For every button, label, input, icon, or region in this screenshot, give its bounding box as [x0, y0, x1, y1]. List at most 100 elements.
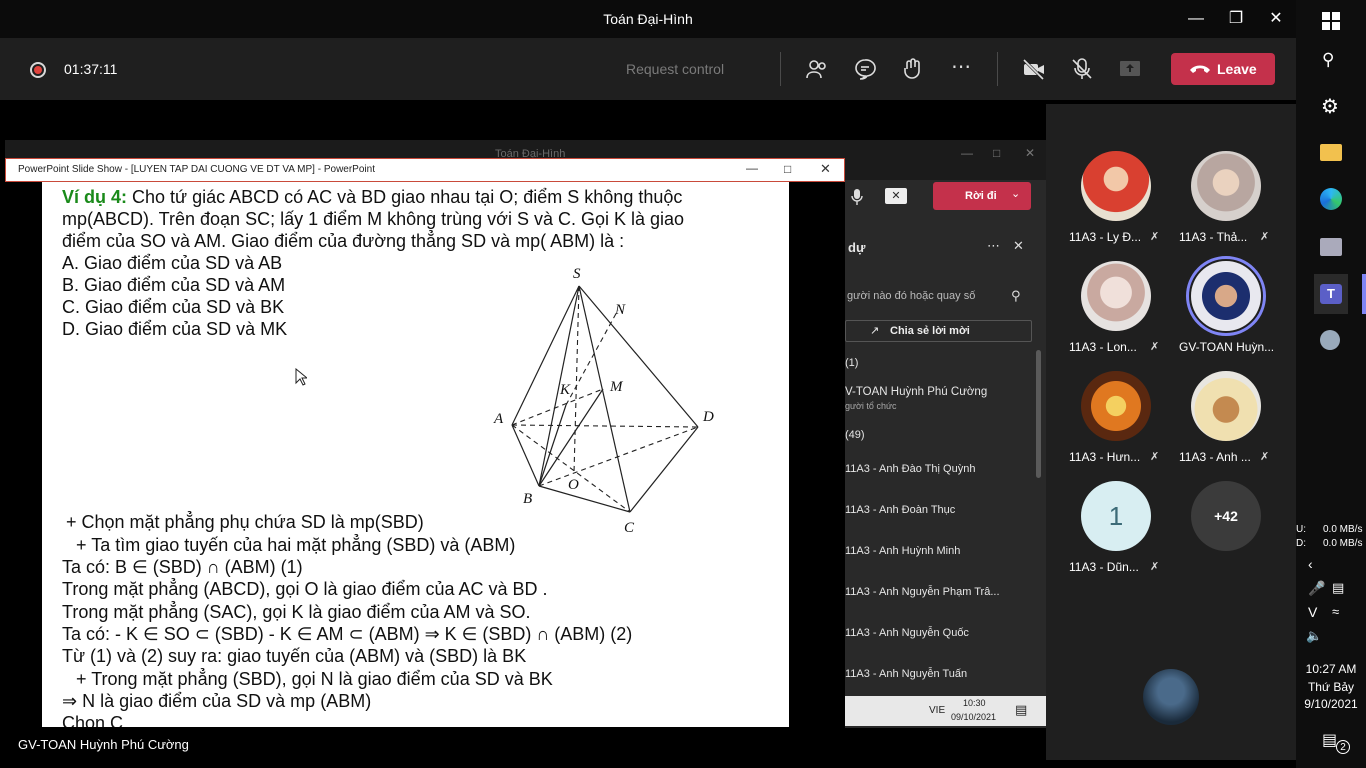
app-icon[interactable]: [1320, 238, 1342, 256]
option-c: C. Giao điểm của SD và BK: [62, 297, 285, 317]
panel-scrollbar: [1036, 350, 1041, 478]
mic-icon: [851, 189, 863, 205]
organizer-name: V-TOAN Huỳnh Phú Cường: [845, 386, 988, 398]
chat-icon[interactable]: [853, 57, 877, 81]
ppt-close-icon: ✕: [820, 161, 831, 176]
participant-initial-avatar[interactable]: 1: [1081, 481, 1151, 551]
inner-maximize-icon: □: [993, 146, 1001, 160]
label-m: M: [609, 379, 624, 395]
mic-off-icon: ✗: [1150, 341, 1160, 353]
title-bar: Toán Đại-Hình — ❐ ✕: [0, 0, 1296, 38]
window-title: Toán Đại-Hình: [603, 11, 693, 27]
mic-off-icon: ✗: [1260, 451, 1270, 463]
search-icon[interactable]: ⚲: [1322, 50, 1334, 70]
share-invite-button: Chia sẻ lời mời ↗: [845, 320, 1032, 342]
stop-share-icon: ✕: [885, 188, 907, 204]
label-k: K: [559, 382, 571, 398]
solution-line: + Ta tìm giao tuyến của hai mặt phẳng (S…: [76, 535, 516, 555]
share-icon: ↗: [870, 325, 880, 337]
label-s: S: [573, 266, 581, 282]
participant-name: 11A3 - Hưn...: [1069, 450, 1141, 464]
share-invite-label: Chia sẻ lời mời: [890, 325, 970, 337]
participant-avatar[interactable]: [1191, 371, 1261, 441]
participant-avatar[interactable]: [1081, 151, 1151, 221]
attendee-row: 11A3 - Anh Huỳnh Minh: [845, 545, 961, 557]
ppt-maximize-icon: □: [784, 162, 792, 176]
windows-taskbar: ⚲ ⚙ T U: 0.0 MB/s D: 0.0 MB/s ‹ 🎤 ▤ V ≈ …: [1296, 0, 1366, 768]
clock-date: 9/10/2021: [1304, 697, 1358, 711]
self-view-avatar[interactable]: [1143, 669, 1199, 725]
wifi-icon[interactable]: ≈: [1332, 604, 1339, 619]
search-icon: ⚲: [1011, 288, 1021, 303]
participants-panel: ✕ Rời đi ⌄ dự ⋯ ✕ gười nào đó hoặc quay …: [845, 180, 1046, 728]
more-icon: ⋯: [987, 238, 1000, 253]
file-explorer-icon[interactable]: [1320, 144, 1342, 161]
share-tray-icon[interactable]: [1118, 57, 1142, 81]
reactions-icon[interactable]: [901, 57, 925, 81]
restore-button[interactable]: ❐: [1216, 6, 1256, 32]
request-control-button[interactable]: Request control: [626, 61, 724, 77]
attendee-row: 11A3 - Anh Nguyễn Quốc: [845, 627, 969, 639]
shared-taskbar: VIE 10:30 09/10/2021 ▤: [845, 696, 1046, 726]
label-d: D: [702, 409, 714, 425]
video-gallery: 11A3 - Ly Đ... ✗ 11A3 - Thả... ✗ 11A3 - …: [1046, 104, 1296, 760]
label-c: C: [624, 520, 635, 536]
more-participants-badge[interactable]: +42: [1191, 481, 1261, 551]
participant-avatar[interactable]: [1191, 151, 1261, 221]
chevron-left-icon[interactable]: ‹: [1308, 556, 1313, 572]
solution-line: Trong mặt phẳng (ABCD), gọi O là giao đi…: [62, 579, 548, 599]
solution-line: + Chọn mặt phẳng phụ chứa SD là mp(SBD): [66, 512, 424, 532]
participant-avatar[interactable]: [1081, 371, 1151, 441]
mic-off-icon: ✗: [1260, 231, 1270, 243]
powerpoint-title: PowerPoint Slide Show - [LUYEN TAP DAI C…: [18, 164, 375, 175]
net-up-value: 0.0 MB/s: [1323, 524, 1363, 535]
active-indicator: [1362, 274, 1366, 314]
net-down-label: D:: [1296, 538, 1306, 549]
clock-time[interactable]: 10:27 AM: [1296, 662, 1366, 676]
label-o: O: [568, 477, 579, 493]
leave-button[interactable]: Leave: [1171, 53, 1275, 85]
example-label: Ví dụ 4:: [62, 187, 128, 207]
solution-line: Ta có: - K ∈ SO ⊂ (SBD) - K ∈ AM ⊂ (ABM)…: [62, 624, 633, 644]
more-options-icon[interactable]: ⋯: [949, 57, 973, 81]
attendee-row: 11A3 - Anh Đào Thị Quỳnh: [845, 463, 976, 475]
option-b: B. Giao điểm của SD và AM: [62, 275, 286, 295]
question-line-2: mp(ABCD). Trên đoạn SC; lấy 1 điểm M khô…: [62, 209, 685, 229]
participant-name: 11A3 - Dũn...: [1069, 560, 1139, 574]
notification-icon: ▤: [1015, 702, 1028, 717]
participant-name: 11A3 - Ly Đ...: [1069, 230, 1142, 244]
display-icon[interactable]: ▤: [1332, 580, 1344, 596]
camera-off-icon[interactable]: [1022, 57, 1046, 81]
teams-icon[interactable]: T: [1320, 284, 1342, 304]
net-down-value: 0.0 MB/s: [1323, 538, 1363, 549]
close-button[interactable]: ✕: [1256, 6, 1296, 32]
solution-line: + Trong mặt phẳng (SBD), gọi N là giao đ…: [76, 669, 553, 689]
minimize-button[interactable]: —: [1176, 6, 1216, 32]
close-icon: ✕: [1013, 238, 1024, 253]
edge-icon[interactable]: [1320, 188, 1342, 210]
mic-off-icon[interactable]: [1070, 57, 1094, 81]
vpn-icon[interactable]: V: [1308, 604, 1317, 620]
participants-icon[interactable]: [805, 57, 829, 81]
pyramid-figure: S N K M A D O B C: [493, 266, 714, 536]
settings-icon[interactable]: ⚙: [1321, 94, 1339, 119]
action-center-icon[interactable]: ▤: [1322, 730, 1337, 750]
presenter-name: GV-TOAN Huỳnh Phú Cường: [18, 737, 189, 752]
participant-name: GV-TOAN Huỳn...: [1179, 340, 1275, 354]
panel-leave-button: Rời đi ⌄: [933, 182, 1031, 210]
participant-avatar[interactable]: [1081, 261, 1151, 331]
app-icon[interactable]: [1320, 330, 1340, 350]
net-up-label: U:: [1296, 524, 1306, 535]
label-b: B: [523, 491, 532, 507]
solution-line: ⇒ N là giao điểm của SD và mp (ABM): [62, 691, 372, 711]
mic-off-icon: ✗: [1150, 451, 1160, 463]
divider: [997, 52, 998, 86]
taskbar-lang: VIE: [929, 705, 946, 716]
windows-start-icon[interactable]: [1322, 12, 1340, 30]
meeting-toolbar: 01:37:11 Request control ⋯ Leave: [0, 38, 1296, 100]
organizer-role: gười tổ chức: [845, 401, 897, 411]
participant-avatar[interactable]: [1191, 261, 1261, 331]
chevron-down-icon: ⌄: [1011, 188, 1021, 200]
volume-icon[interactable]: 🔈: [1306, 628, 1322, 644]
mic-icon[interactable]: 🎤: [1308, 580, 1325, 597]
